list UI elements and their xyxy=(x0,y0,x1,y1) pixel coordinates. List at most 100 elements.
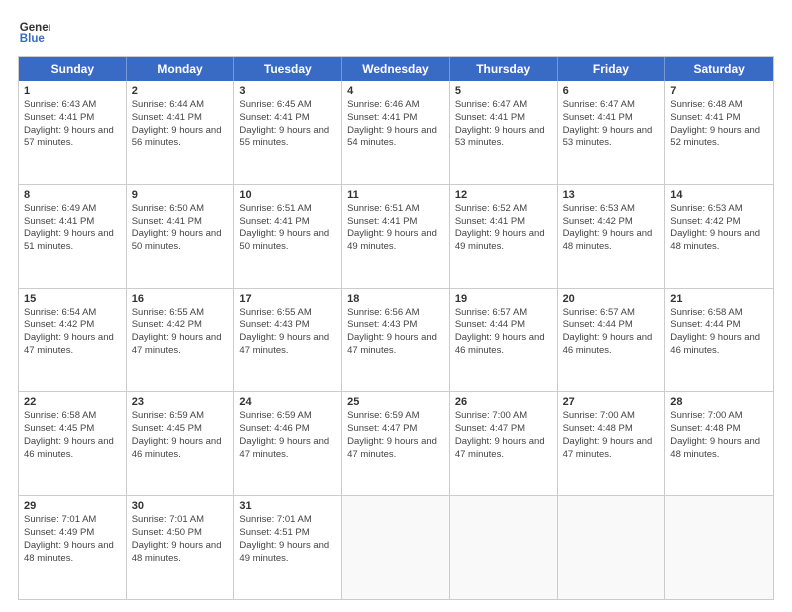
calendar-cell xyxy=(558,496,666,599)
day-number: 10 xyxy=(239,189,336,201)
cell-info: Sunrise: 7:00 AM Sunset: 4:48 PM Dayligh… xyxy=(563,410,660,461)
cell-info: Sunrise: 6:56 AM Sunset: 4:43 PM Dayligh… xyxy=(347,307,444,358)
weekday-header: Sunday xyxy=(19,57,127,81)
cell-info: Sunrise: 7:01 AM Sunset: 4:51 PM Dayligh… xyxy=(239,514,336,565)
cell-info: Sunrise: 6:53 AM Sunset: 4:42 PM Dayligh… xyxy=(670,203,768,254)
day-number: 27 xyxy=(563,396,660,408)
cell-info: Sunrise: 6:50 AM Sunset: 4:41 PM Dayligh… xyxy=(132,203,229,254)
day-number: 25 xyxy=(347,396,444,408)
calendar-row: 1 Sunrise: 6:43 AM Sunset: 4:41 PM Dayli… xyxy=(19,81,773,185)
weekday-header: Tuesday xyxy=(234,57,342,81)
cell-info: Sunrise: 6:48 AM Sunset: 4:41 PM Dayligh… xyxy=(670,99,768,150)
calendar-cell: 4 Sunrise: 6:46 AM Sunset: 4:41 PM Dayli… xyxy=(342,81,450,184)
logo-icon: General Blue xyxy=(18,18,50,46)
day-number: 23 xyxy=(132,396,229,408)
calendar-cell: 22 Sunrise: 6:58 AM Sunset: 4:45 PM Dayl… xyxy=(19,392,127,495)
weekday-header: Friday xyxy=(558,57,666,81)
calendar-cell: 30 Sunrise: 7:01 AM Sunset: 4:50 PM Dayl… xyxy=(127,496,235,599)
day-number: 31 xyxy=(239,500,336,512)
cell-info: Sunrise: 7:00 AM Sunset: 4:48 PM Dayligh… xyxy=(670,410,768,461)
calendar-cell: 19 Sunrise: 6:57 AM Sunset: 4:44 PM Dayl… xyxy=(450,289,558,392)
day-number: 17 xyxy=(239,293,336,305)
calendar-cell: 23 Sunrise: 6:59 AM Sunset: 4:45 PM Dayl… xyxy=(127,392,235,495)
logo: General Blue xyxy=(18,18,54,46)
cell-info: Sunrise: 7:00 AM Sunset: 4:47 PM Dayligh… xyxy=(455,410,552,461)
cell-info: Sunrise: 6:54 AM Sunset: 4:42 PM Dayligh… xyxy=(24,307,121,358)
cell-info: Sunrise: 6:47 AM Sunset: 4:41 PM Dayligh… xyxy=(563,99,660,150)
calendar-cell: 7 Sunrise: 6:48 AM Sunset: 4:41 PM Dayli… xyxy=(665,81,773,184)
cell-info: Sunrise: 6:59 AM Sunset: 4:47 PM Dayligh… xyxy=(347,410,444,461)
day-number: 26 xyxy=(455,396,552,408)
cell-info: Sunrise: 6:43 AM Sunset: 4:41 PM Dayligh… xyxy=(24,99,121,150)
day-number: 4 xyxy=(347,85,444,97)
day-number: 22 xyxy=(24,396,121,408)
day-number: 29 xyxy=(24,500,121,512)
cell-info: Sunrise: 6:51 AM Sunset: 4:41 PM Dayligh… xyxy=(239,203,336,254)
day-number: 8 xyxy=(24,189,121,201)
cell-info: Sunrise: 6:55 AM Sunset: 4:43 PM Dayligh… xyxy=(239,307,336,358)
cell-info: Sunrise: 6:55 AM Sunset: 4:42 PM Dayligh… xyxy=(132,307,229,358)
day-number: 24 xyxy=(239,396,336,408)
calendar-cell xyxy=(450,496,558,599)
cell-info: Sunrise: 6:58 AM Sunset: 4:44 PM Dayligh… xyxy=(670,307,768,358)
calendar-cell: 24 Sunrise: 6:59 AM Sunset: 4:46 PM Dayl… xyxy=(234,392,342,495)
calendar-cell: 2 Sunrise: 6:44 AM Sunset: 4:41 PM Dayli… xyxy=(127,81,235,184)
day-number: 14 xyxy=(670,189,768,201)
day-number: 28 xyxy=(670,396,768,408)
day-number: 2 xyxy=(132,85,229,97)
calendar-cell: 13 Sunrise: 6:53 AM Sunset: 4:42 PM Dayl… xyxy=(558,185,666,288)
calendar-cell: 25 Sunrise: 6:59 AM Sunset: 4:47 PM Dayl… xyxy=(342,392,450,495)
calendar-cell: 1 Sunrise: 6:43 AM Sunset: 4:41 PM Dayli… xyxy=(19,81,127,184)
day-number: 20 xyxy=(563,293,660,305)
page-header: General Blue xyxy=(18,18,774,46)
calendar-row: 22 Sunrise: 6:58 AM Sunset: 4:45 PM Dayl… xyxy=(19,392,773,496)
calendar-cell: 9 Sunrise: 6:50 AM Sunset: 4:41 PM Dayli… xyxy=(127,185,235,288)
calendar-cell: 6 Sunrise: 6:47 AM Sunset: 4:41 PM Dayli… xyxy=(558,81,666,184)
calendar-header: SundayMondayTuesdayWednesdayThursdayFrid… xyxy=(19,57,773,81)
cell-info: Sunrise: 6:57 AM Sunset: 4:44 PM Dayligh… xyxy=(455,307,552,358)
weekday-header: Thursday xyxy=(450,57,558,81)
day-number: 3 xyxy=(239,85,336,97)
cell-info: Sunrise: 7:01 AM Sunset: 4:49 PM Dayligh… xyxy=(24,514,121,565)
calendar-cell: 16 Sunrise: 6:55 AM Sunset: 4:42 PM Dayl… xyxy=(127,289,235,392)
calendar-row: 29 Sunrise: 7:01 AM Sunset: 4:49 PM Dayl… xyxy=(19,496,773,599)
calendar-cell: 11 Sunrise: 6:51 AM Sunset: 4:41 PM Dayl… xyxy=(342,185,450,288)
calendar-cell: 27 Sunrise: 7:00 AM Sunset: 4:48 PM Dayl… xyxy=(558,392,666,495)
calendar-cell xyxy=(665,496,773,599)
day-number: 30 xyxy=(132,500,229,512)
cell-info: Sunrise: 7:01 AM Sunset: 4:50 PM Dayligh… xyxy=(132,514,229,565)
day-number: 11 xyxy=(347,189,444,201)
calendar-cell: 28 Sunrise: 7:00 AM Sunset: 4:48 PM Dayl… xyxy=(665,392,773,495)
calendar-cell: 3 Sunrise: 6:45 AM Sunset: 4:41 PM Dayli… xyxy=(234,81,342,184)
day-number: 5 xyxy=(455,85,552,97)
calendar-cell: 18 Sunrise: 6:56 AM Sunset: 4:43 PM Dayl… xyxy=(342,289,450,392)
calendar-cell: 15 Sunrise: 6:54 AM Sunset: 4:42 PM Dayl… xyxy=(19,289,127,392)
cell-info: Sunrise: 6:59 AM Sunset: 4:46 PM Dayligh… xyxy=(239,410,336,461)
day-number: 12 xyxy=(455,189,552,201)
day-number: 7 xyxy=(670,85,768,97)
day-number: 21 xyxy=(670,293,768,305)
day-number: 16 xyxy=(132,293,229,305)
cell-info: Sunrise: 6:58 AM Sunset: 4:45 PM Dayligh… xyxy=(24,410,121,461)
calendar-cell: 14 Sunrise: 6:53 AM Sunset: 4:42 PM Dayl… xyxy=(665,185,773,288)
day-number: 1 xyxy=(24,85,121,97)
calendar-row: 15 Sunrise: 6:54 AM Sunset: 4:42 PM Dayl… xyxy=(19,289,773,393)
cell-info: Sunrise: 6:51 AM Sunset: 4:41 PM Dayligh… xyxy=(347,203,444,254)
calendar-cell: 17 Sunrise: 6:55 AM Sunset: 4:43 PM Dayl… xyxy=(234,289,342,392)
day-number: 9 xyxy=(132,189,229,201)
cell-info: Sunrise: 6:57 AM Sunset: 4:44 PM Dayligh… xyxy=(563,307,660,358)
calendar-cell: 8 Sunrise: 6:49 AM Sunset: 4:41 PM Dayli… xyxy=(19,185,127,288)
cell-info: Sunrise: 6:45 AM Sunset: 4:41 PM Dayligh… xyxy=(239,99,336,150)
cell-info: Sunrise: 6:53 AM Sunset: 4:42 PM Dayligh… xyxy=(563,203,660,254)
calendar-row: 8 Sunrise: 6:49 AM Sunset: 4:41 PM Dayli… xyxy=(19,185,773,289)
calendar-cell: 10 Sunrise: 6:51 AM Sunset: 4:41 PM Dayl… xyxy=(234,185,342,288)
cell-info: Sunrise: 6:59 AM Sunset: 4:45 PM Dayligh… xyxy=(132,410,229,461)
calendar-cell: 12 Sunrise: 6:52 AM Sunset: 4:41 PM Dayl… xyxy=(450,185,558,288)
cell-info: Sunrise: 6:52 AM Sunset: 4:41 PM Dayligh… xyxy=(455,203,552,254)
calendar-page: General Blue SundayMondayTuesdayWednesda… xyxy=(0,0,792,612)
cell-info: Sunrise: 6:46 AM Sunset: 4:41 PM Dayligh… xyxy=(347,99,444,150)
calendar-cell: 29 Sunrise: 7:01 AM Sunset: 4:49 PM Dayl… xyxy=(19,496,127,599)
day-number: 18 xyxy=(347,293,444,305)
day-number: 13 xyxy=(563,189,660,201)
svg-text:Blue: Blue xyxy=(20,33,46,45)
